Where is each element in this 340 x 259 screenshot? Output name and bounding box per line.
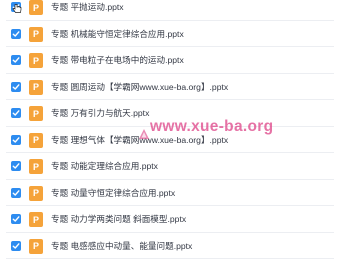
checkbox[interactable]: [11, 29, 21, 39]
checkmark-icon: [12, 30, 20, 38]
checkbox[interactable]: [11, 161, 21, 171]
watermark-text: www.xue-ba.org: [150, 118, 273, 136]
file-name: 专题 带电粒子在电场中的运动.pptx: [51, 54, 184, 66]
file-row[interactable]: P 专题 带电粒子在电场中的运动.pptx: [0, 47, 340, 74]
hand-pointer-icon: [12, 0, 22, 9]
watermark-logo-icon: [138, 127, 150, 139]
file-name: 专题 机械能守恒定律综合应用.pptx: [51, 28, 184, 40]
ppt-file-icon: P: [29, 0, 43, 15]
ppt-file-icon: P: [29, 27, 43, 42]
checkmark-icon: [12, 136, 20, 144]
checkmark-icon: [12, 109, 20, 117]
file-row[interactable]: P 专题 动力学两类问题 斜面模型.pptx: [0, 206, 340, 233]
file-name: 专题 电感感应中动量、能量问题.pptx: [51, 240, 192, 252]
ppt-file-icon: P: [29, 106, 43, 121]
checkbox[interactable]: [11, 55, 21, 65]
checkmark-icon: [12, 215, 20, 223]
file-row[interactable]: P 专题 动能定理综合应用.pptx: [0, 153, 340, 180]
ppt-file-icon: P: [29, 186, 43, 201]
checkmark-icon: [12, 56, 20, 64]
file-row[interactable]: P 专题 动量守恒定律综合应用.pptx: [0, 180, 340, 207]
file-name: 专题 平抛运动.pptx: [51, 1, 124, 13]
file-name: 专题 动量守恒定律综合应用.pptx: [51, 187, 175, 199]
ppt-file-icon: P: [29, 53, 43, 68]
checkmark-icon: [12, 242, 20, 250]
checkbox[interactable]: [11, 188, 21, 198]
ppt-file-icon: P: [29, 212, 43, 227]
checkmark-icon: [12, 189, 20, 197]
ppt-file-icon: P: [29, 159, 43, 174]
checkbox[interactable]: [11, 214, 21, 224]
file-row[interactable]: P 专题 机械能守恒定律综合应用.pptx: [0, 21, 340, 48]
file-name: 专题 万有引力与航天.pptx: [51, 107, 149, 119]
file-name: 专题 圆周运动【学霸网www.xue-ba.org】.pptx: [51, 81, 228, 93]
file-row[interactable]: P 专题 圆周运动【学霸网www.xue-ba.org】.pptx: [0, 74, 340, 101]
checkbox[interactable]: [11, 108, 21, 118]
file-name: 专题 动能定理综合应用.pptx: [51, 160, 158, 172]
checkbox[interactable]: [11, 135, 21, 145]
checkmark-icon: [12, 83, 20, 91]
file-row[interactable]: P 专题 平抛运动.pptx: [0, 0, 340, 21]
checkbox[interactable]: [11, 82, 21, 92]
file-row[interactable]: P专题 电感感应中动量、能量问题.pptx: [0, 233, 340, 259]
ppt-file-icon: P: [29, 133, 43, 148]
ppt-file-icon: P: [29, 80, 43, 95]
checkmark-icon: [12, 162, 20, 170]
file-name: 专题 动力学两类问题 斜面模型.pptx: [51, 213, 186, 225]
checkbox[interactable]: [11, 241, 21, 251]
